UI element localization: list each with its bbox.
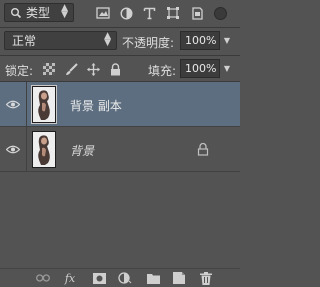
search-icon [11,7,22,18]
adjustment-layer-icon[interactable] [118,271,132,285]
layer-name[interactable]: 背景 [70,142,94,159]
lock-icon [197,142,209,156]
updown-arrows-icon: ▲ ▼ [104,31,111,48]
lock-position-icon[interactable] [86,62,100,76]
fx-icon[interactable]: fx [63,271,77,285]
adjustment-filter-icon[interactable] [118,5,134,21]
delete-layer-icon[interactable] [199,271,213,285]
lock-all-icon[interactable] [108,62,122,76]
add-mask-icon[interactable] [92,271,106,285]
layer-row[interactable]: 背景 副本 [0,82,240,127]
lock-label: 锁定: [5,64,34,78]
lock-image-pixels-icon[interactable] [64,62,78,76]
lock-row: 锁定: 填充: 100% ▼ [0,56,240,81]
chevron-down-icon[interactable]: ▼ [221,59,233,78]
shape-filter-icon[interactable] [165,5,181,21]
filter-kind-select[interactable]: 类型 ▲ ▼ [4,3,74,22]
layer-thumbnail[interactable] [32,86,56,123]
fill-label: 填充: [148,64,177,78]
visibility-toggle[interactable] [0,82,27,127]
bottom-toolbar: fx [0,268,240,287]
eye-icon [6,100,20,109]
layer-row[interactable]: 背景 [0,127,240,172]
smart-object-filter-icon[interactable] [189,5,205,21]
type-filter-icon[interactable] [141,5,157,21]
chevron-down-icon[interactable]: ▼ [221,31,233,50]
lock-transparent-pixels-icon[interactable] [42,62,56,76]
layer-list: 背景 副本 背景 [0,82,240,268]
opacity-input[interactable]: 100% [180,31,220,50]
image-filter-icon[interactable] [95,5,111,21]
layer-name[interactable]: 背景 副本 [70,97,122,114]
blend-mode-value: 正常 [12,34,37,48]
layer-thumbnail[interactable] [32,131,56,168]
filter-kind-label: 类型 [26,6,51,20]
blend-mode-select[interactable]: 正常 ▲ ▼ [4,31,117,50]
eye-icon [6,145,20,154]
opacity-label: 不透明度: [122,36,175,50]
updown-arrows-icon: ▲ ▼ [61,3,68,20]
new-group-icon[interactable] [146,271,160,285]
blend-row: 正常 ▲ ▼ 不透明度: 100% ▼ [0,28,240,54]
new-layer-icon[interactable] [172,271,186,285]
layers-panel: 类型 ▲ ▼ 正常 ▲ ▼ 不透明度: 100% ▼ 锁定: 填充: 100% … [0,0,240,287]
visibility-toggle[interactable] [0,127,27,172]
filter-row: 类型 ▲ ▼ [0,0,240,27]
link-layers-icon[interactable] [36,271,50,285]
filter-toggle-icon[interactable] [214,7,227,20]
fill-input[interactable]: 100% [180,59,220,78]
